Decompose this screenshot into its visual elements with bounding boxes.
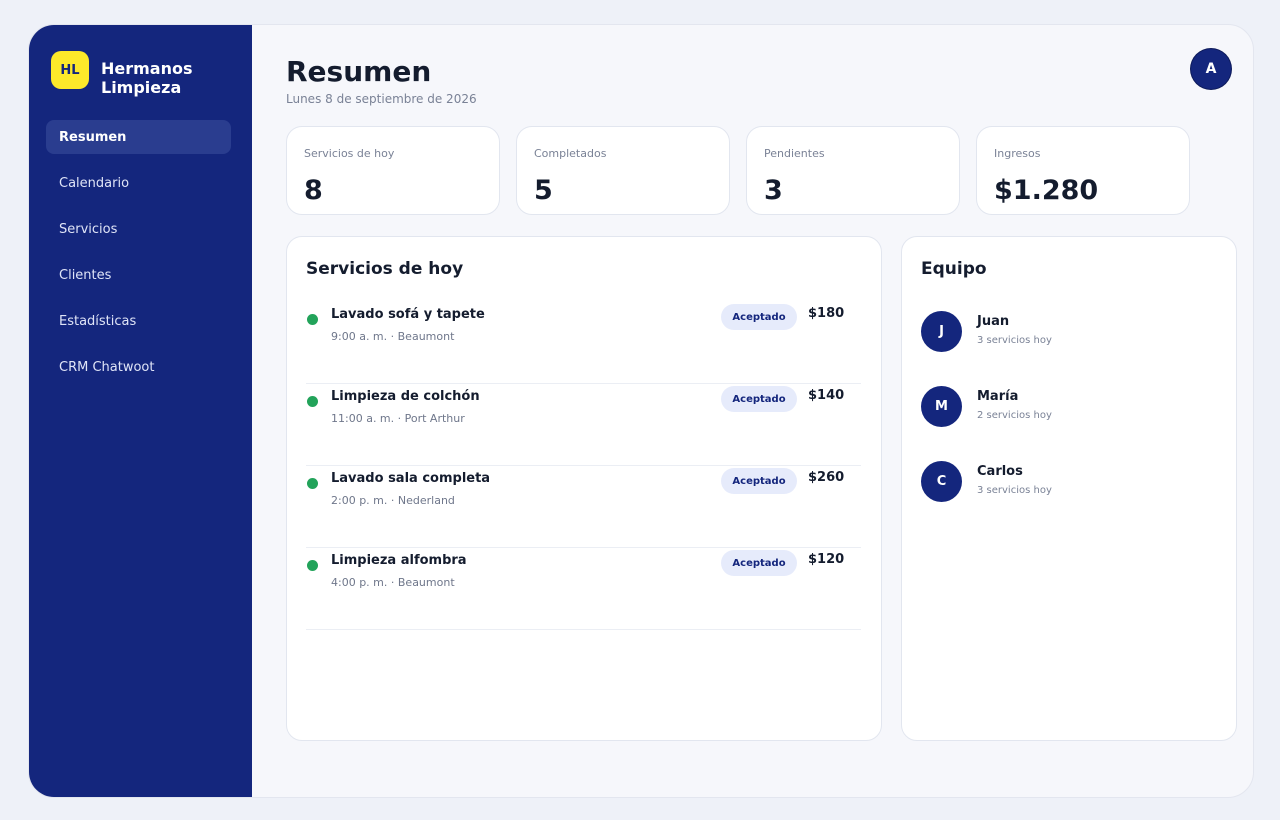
stat-card-pendientes: Pendientes 3 [746,126,960,215]
services-panel-title: Servicios de hoy [306,259,464,279]
team-member[interactable]: J Juan 3 servicios hoy [921,311,1221,353]
services-panel: Servicios de hoy Lavado sofá y tapete 9:… [286,236,882,741]
sidebar-item-clientes[interactable]: Clientes [46,258,231,292]
service-row[interactable]: Lavado sofá y tapete 9:00 a. m. · Beaumo… [306,302,861,384]
team-member-count: 3 servicios hoy [977,485,1052,496]
service-price: $260 [808,470,845,485]
service-meta: 11:00 a. m. · Port Arthur [331,412,465,425]
avatar: J [921,311,962,352]
team-member-name: María [977,389,1019,404]
stat-label: Pendientes [764,147,825,160]
status-badge: Aceptado [721,386,797,412]
sidebar-item-calendario[interactable]: Calendario [46,166,231,200]
service-price: $140 [808,388,845,403]
stat-value: $1.280 [994,175,1099,206]
service-meta: 2:00 p. m. · Nederland [331,494,455,507]
stat-card-completados: Completados 5 [516,126,730,215]
team-member[interactable]: C Carlos 3 servicios hoy [921,461,1221,503]
stat-value: 3 [764,175,783,206]
status-dot [307,478,318,489]
stat-value: 8 [304,175,323,206]
status-dot [307,396,318,407]
stat-label: Ingresos [994,147,1041,160]
status-dot [307,314,318,325]
team-panel-title: Equipo [921,259,987,279]
sidebar-item-resumen[interactable]: Resumen [46,120,231,154]
service-row[interactable]: Limpieza alfombra 4:00 p. m. · Beaumont … [306,548,861,630]
brand-logo: HL [51,51,89,89]
team-member[interactable]: M María 2 servicios hoy [921,386,1221,428]
avatar: M [921,386,962,427]
team-member-name: Juan [977,314,1010,329]
status-badge: Aceptado [721,304,797,330]
status-badge: Aceptado [721,550,797,576]
sidebar-item-estadisticas[interactable]: Estadísticas [46,304,231,338]
service-row[interactable]: Lavado sala completa 2:00 p. m. · Nederl… [306,466,861,548]
service-meta: 4:00 p. m. · Beaumont [331,576,455,589]
service-name: Lavado sala completa [331,471,491,486]
team-member-count: 3 servicios hoy [977,335,1052,346]
service-name: Limpieza de colchón [331,389,480,404]
team-panel: Equipo J Juan 3 servicios hoy M María 2 … [901,236,1237,741]
stat-label: Servicios de hoy [304,147,395,160]
stat-card-ingresos: Ingresos $1.280 [976,126,1190,215]
stat-label: Completados [534,147,607,160]
stat-value: 5 [534,175,553,206]
sidebar-item-crm-chatwoot[interactable]: CRM Chatwoot [46,350,231,384]
service-price: $120 [808,552,845,567]
sidebar: HL Hermanos Limpieza Resumen Calendario … [29,25,252,797]
brand-name: Hermanos Limpieza [101,59,193,97]
sidebar-nav: Resumen Calendario Servicios Clientes Es… [46,120,231,396]
page-date: Lunes 8 de septiembre de 2026 [286,92,477,106]
sidebar-item-servicios[interactable]: Servicios [46,212,231,246]
stat-card-servicios-hoy: Servicios de hoy 8 [286,126,500,215]
service-meta: 9:00 a. m. · Beaumont [331,330,455,343]
service-row[interactable]: Limpieza de colchón 11:00 a. m. · Port A… [306,384,861,466]
avatar: C [921,461,962,502]
team-member-count: 2 servicios hoy [977,410,1052,421]
app-frame: HL Hermanos Limpieza Resumen Calendario … [28,24,1254,798]
status-dot [307,560,318,571]
service-name: Lavado sofá y tapete [331,307,485,322]
user-avatar[interactable]: A [1191,49,1231,89]
status-badge: Aceptado [721,468,797,494]
service-name: Limpieza alfombra [331,553,467,568]
page-title: Resumen [286,55,432,88]
team-member-name: Carlos [977,464,1023,479]
service-price: $180 [808,306,845,321]
